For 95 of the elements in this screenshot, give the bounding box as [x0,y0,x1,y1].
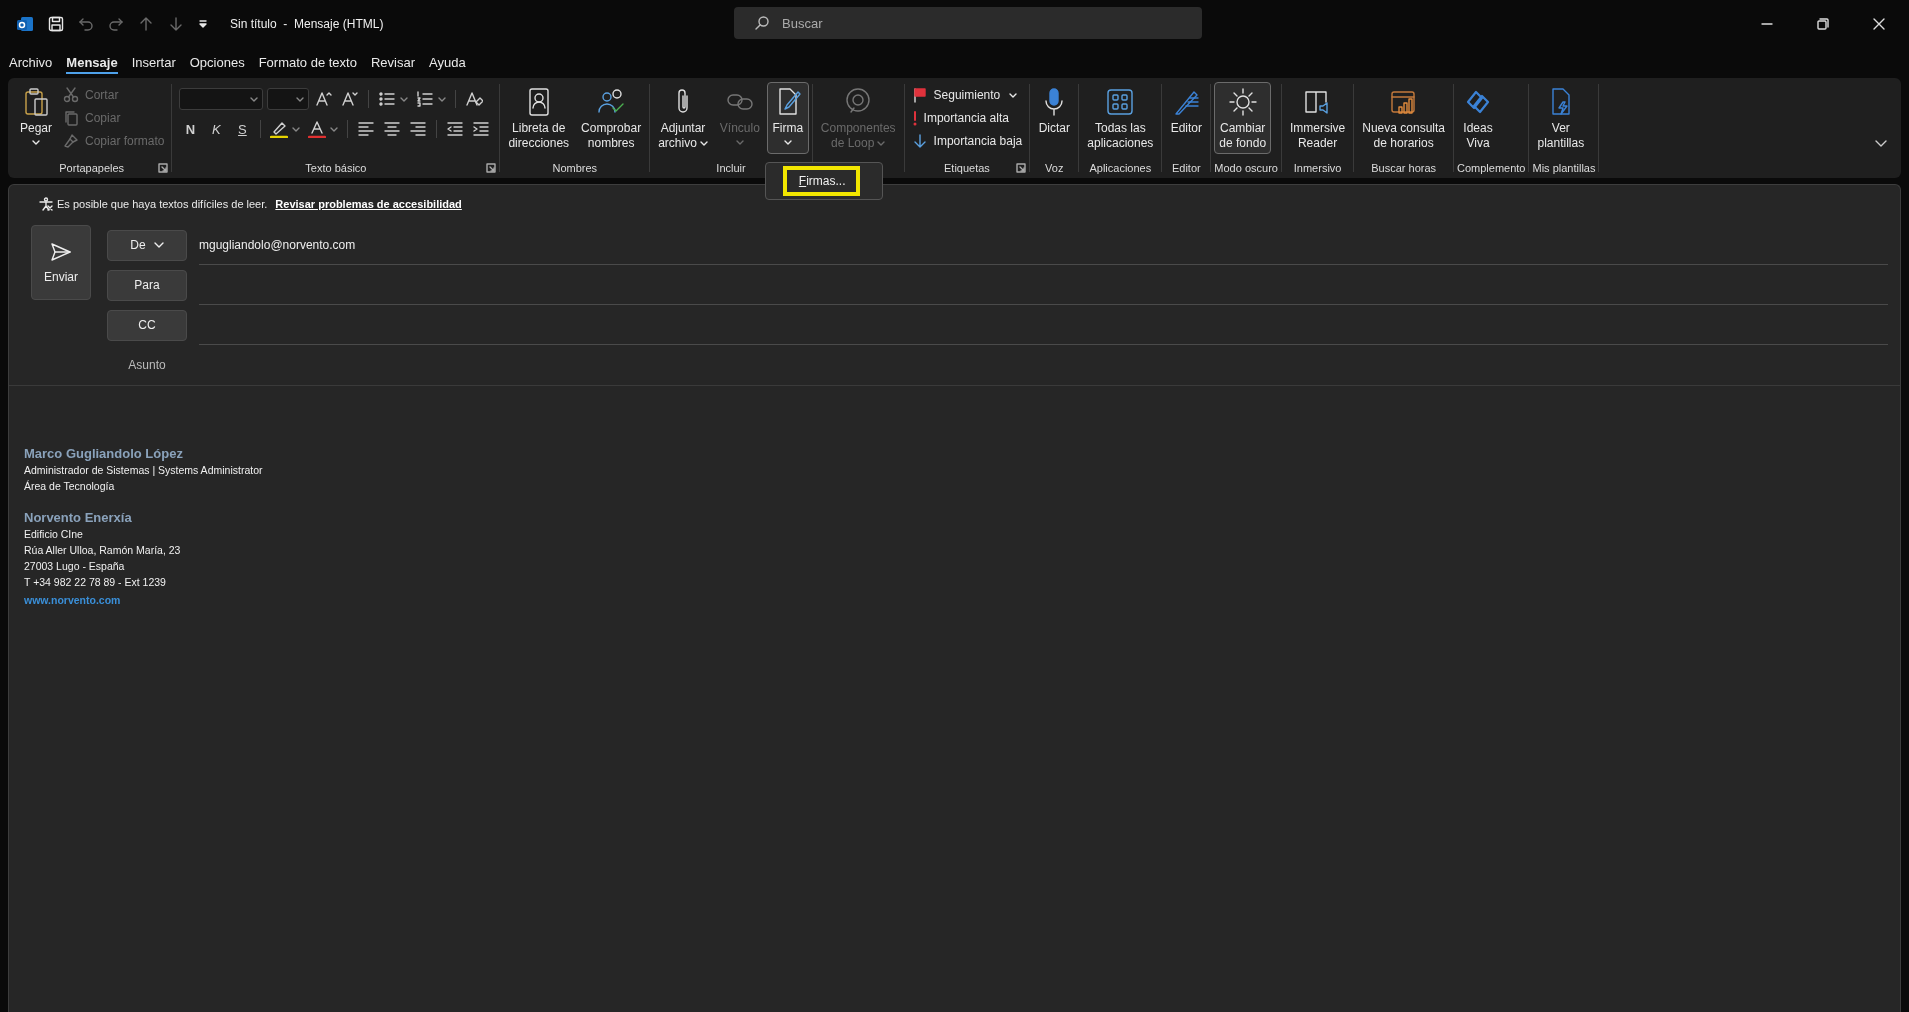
address-button[interactable]: Para [107,269,187,301]
copy-icon [63,110,80,126]
clear-format-icon [465,90,484,108]
group-label: Inmersivo [1293,162,1342,174]
search-field[interactable]: Buscar [734,7,1202,39]
group-label: Aplicaciones [1089,162,1152,174]
dialog-launcher-icon[interactable] [486,163,497,173]
website-link[interactable]: www.norvento.com [24,592,121,608]
save-icon[interactable] [48,16,64,32]
increase-indent-icon [472,120,491,138]
align-center-icon [383,120,402,138]
caret-icon [250,96,259,102]
align-right-icon [409,120,428,138]
group-label: Mis plantillas [1532,162,1596,174]
ribbon-tab[interactable]: Opciones [182,50,252,74]
send-button[interactable]: Enviar [31,225,91,300]
group-label: Modo oscuro [1214,162,1278,174]
signature-name: Norvento Enerxía [24,510,132,526]
ribbon-button[interactable]: Cambiar de fondo [1214,82,1272,154]
format-button[interactable]: S [231,118,254,140]
ribbon-tab[interactable]: Archivo [2,50,60,74]
ribbon-button[interactable]: Immersive Reader [1284,82,1351,154]
format-button[interactable]: N [179,118,202,140]
numbered-list-icon [416,90,435,108]
exclamation-icon [911,110,918,126]
paintbrush-icon [63,133,80,149]
ribbon-tab[interactable]: Insertar [124,50,183,74]
group-label: Nombres [552,162,598,174]
group-label: Complemento [1457,162,1526,174]
ribbon-button[interactable]: Firma [766,82,809,154]
group-label: Texto básico [305,162,367,174]
field-label: Asunto [127,358,167,372]
ribbon-button[interactable]: Todas las aplicaciones [1082,82,1159,154]
group-label: Etiquetas [944,162,990,174]
format-button[interactable]: K [205,118,228,140]
ribbon-button[interactable]: Dictar [1033,82,1076,154]
caret-icon [296,96,305,102]
signature-line: Administrador de Sistemas | Systems Administrator [24,463,263,478]
mail-app-icon [16,15,34,33]
menu-item[interactable]: Firmas... [782,166,860,196]
dialog-launcher-icon[interactable] [158,163,169,173]
bullet-list-icon [378,90,397,108]
ribbon-button[interactable]: Comprobar nombres [576,82,647,154]
signature-line: T +34 982 22 78 89 - Ext 1239 [24,575,166,590]
restore-icon[interactable] [1817,18,1829,30]
ribbon-tab[interactable]: Revisar [363,50,423,74]
font-color-icon [308,120,327,138]
ribbon-button[interactable]: Importancia baja [907,131,1027,151]
ribbon-button[interactable]: Libreta de direcciones [503,82,575,154]
signature-line: Rúa Aller Ulloa, Ramón María, 23 [24,543,181,558]
accessibility-link[interactable]: Revisar problemas de accesibilidad [275,198,462,210]
signature-line: Área de Tecnología [24,479,115,494]
up-arrow-icon[interactable] [138,16,154,32]
notice-text: Es posible que haya textos difíciles de leer. [57,198,268,210]
ribbon-button[interactable]: Pegar [15,82,58,154]
group-label: Buscar horas [1371,162,1437,174]
ribbon-tab[interactable]: Formato de texto [251,50,364,74]
group-label: Editor [1171,162,1201,174]
ribbon-button[interactable]: Editor [1165,82,1208,154]
search-icon [754,15,770,31]
customize-toolbar-icon[interactable] [198,19,208,29]
redo-icon[interactable] [108,16,124,32]
ribbon-button[interactable]: Importancia alta [907,108,1027,128]
window-title: Sin título - Mensaje (HTML) [230,17,384,31]
send-icon [50,241,72,262]
ribbon-tab[interactable]: Mensaje [59,50,125,74]
group-label: Portapapeles [59,162,125,174]
decrease-indent-icon [446,120,465,138]
ribbon-button[interactable]: Nueva consulta de horarios [1357,82,1450,154]
ribbon-button[interactable]: Ideas Viva [1457,82,1499,154]
highlighter-icon [270,120,289,138]
align-left-icon [357,120,376,138]
address-field[interactable]: mgugliandolo@norvento.com [199,225,1888,265]
undo-icon[interactable] [78,16,94,32]
dialog-launcher-icon[interactable] [1016,163,1027,173]
accessibility-icon [39,197,53,211]
signature-name: Marco Gugliandolo López [24,446,183,462]
collapse-ribbon-icon[interactable] [1875,140,1887,148]
close-icon[interactable] [1873,18,1885,30]
signature-line: 27003 Lugo - España [24,559,125,574]
ribbon-button[interactable]: Adjuntar archivo [653,82,713,154]
ribbon-tab[interactable]: Ayuda [422,50,473,74]
shrink-font-icon [341,90,360,108]
address-button[interactable]: CC [107,309,187,341]
signature-line: Edificio CIne [24,527,83,542]
group-label: Voz [1045,162,1064,174]
sun-icon [1226,86,1259,118]
flag-icon [911,87,928,103]
ribbon-button[interactable]: Seguimiento [907,85,1027,105]
grow-font-icon [315,90,334,108]
group-label: Incluir [716,162,746,174]
scissors-icon [63,87,80,103]
ribbon-button[interactable]: Ver plantillas [1532,82,1590,154]
address-button[interactable]: De [107,229,187,261]
down-arrow-icon[interactable] [168,16,184,32]
